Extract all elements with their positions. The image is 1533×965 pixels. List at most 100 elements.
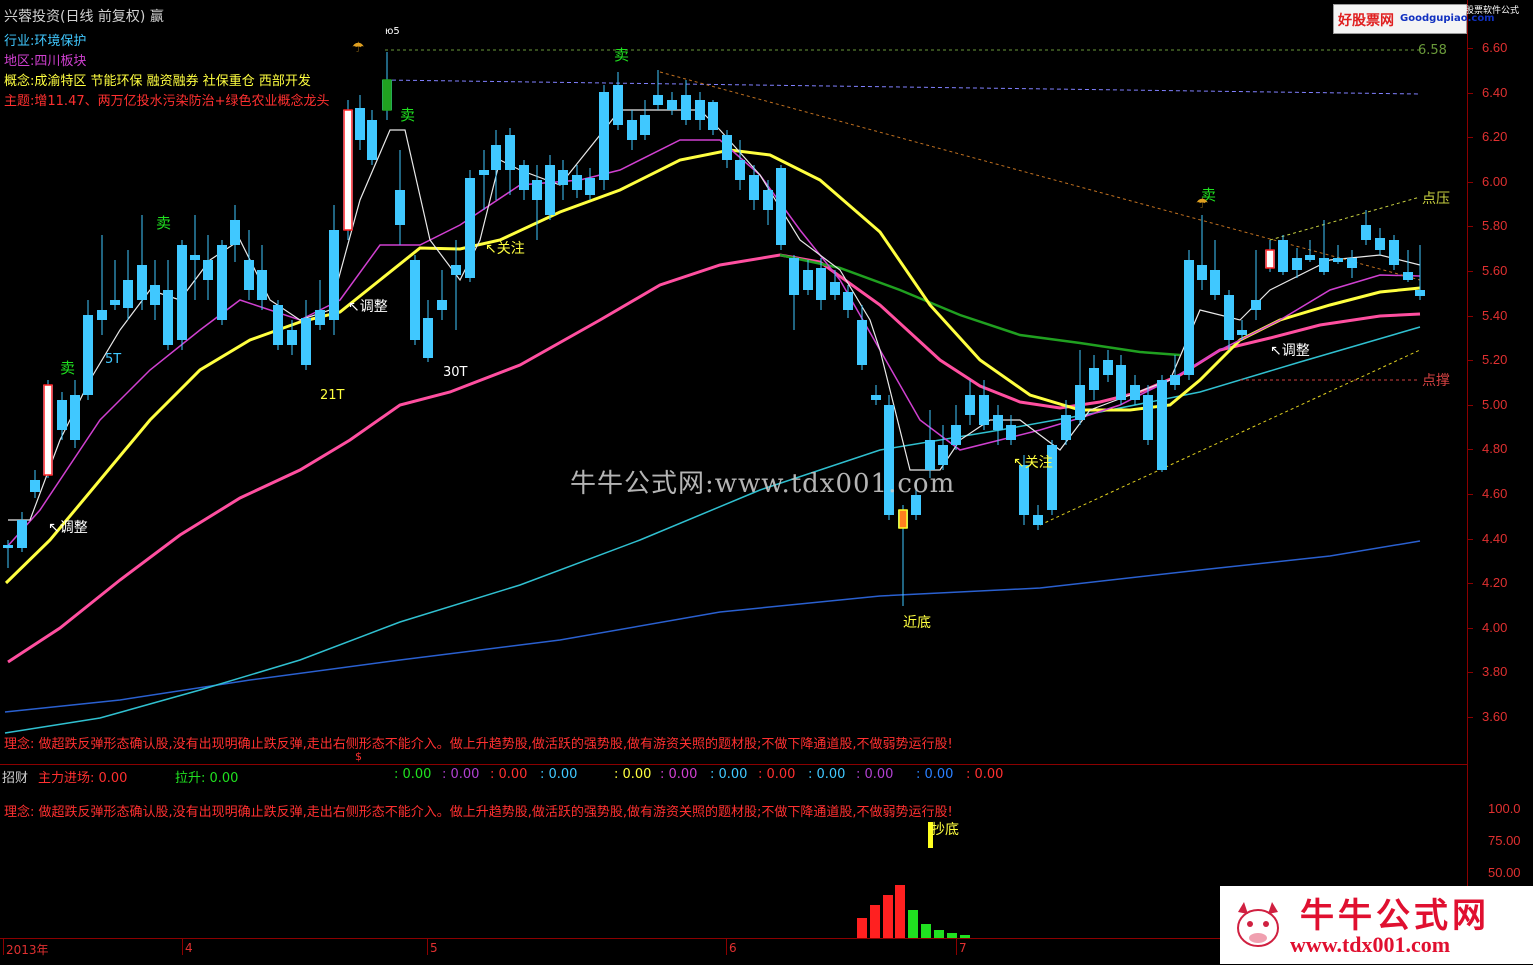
price-axis-tick: 6.20 [1482,129,1508,145]
highlight-candle [898,509,908,529]
candle-body [301,318,311,365]
indicator-value: : 0.00 [660,767,698,782]
indicator-axis-tick: 100.0 [1488,801,1521,816]
watch-label-2: ↖关注 [1013,455,1053,471]
pressure-label: 点压 [1422,191,1450,207]
adjust-label-3: ↖调整 [1270,343,1310,359]
price-axis-tick: 3.60 [1482,709,1508,724]
candle-body [1292,258,1302,270]
bottom-buy-label: 抄底 [931,822,959,838]
region-value: 四川板块 [34,54,87,69]
price-axis-tickmark [1467,672,1473,674]
indicator-value: : 0.00 [490,767,528,782]
candle-body [177,245,187,340]
candle-body [1415,290,1425,296]
candle-body [83,315,93,395]
indicator-value: : 0.00 [614,767,652,782]
indicator-axis-tick: 75.00 [1488,833,1521,848]
indicator-bars [857,885,970,938]
candle-body [763,190,773,210]
price-axis-tickmark [1467,717,1473,718]
ma-yellow-line [4,148,1421,585]
candle-body [1237,330,1247,335]
candle-body [395,190,405,225]
candle-body [735,160,745,180]
candle-body [451,265,461,275]
t21-label: 21T [320,388,345,403]
candle-body [479,170,489,175]
candle-body [653,95,663,105]
indicator-name[interactable]: 招财 [2,767,28,786]
price-axis-tick: 6.00 [1482,173,1508,189]
support-label: 点撑 [1422,373,1450,389]
philosophy-text-main: 理念: 做超跌反弹形态确认股,没有出现明确止跌反弹,走出右侧形态不能介入。做上升… [4,737,953,752]
price-axis-tickmark [1467,48,1473,49]
indicator-value: : 0.00 [808,767,846,782]
indicator-value: : 0.00 [856,767,894,782]
philosophy-text-indicator: 理念: 做超跌反弹形态确认股,没有出现明确止跌反弹,走出右侧形态不能介入。做上升… [4,805,953,820]
indicator-axis-tick: 50.00 [1488,865,1521,880]
sell-signal-4: 卖 [60,359,76,377]
candle-body [722,135,732,160]
candle-body [1389,240,1399,265]
price-axis-tick: 3.80 [1482,664,1508,680]
candle-body [585,178,595,195]
candle-body [667,100,677,110]
candle-body [97,310,107,320]
t5-label: 5T [105,352,122,367]
price-axis-tickmark [1467,494,1473,495]
time-tick-year: 2013年 [3,939,49,957]
concept-value: 成渝特区 节能环保 融资融券 社保重仓 西部开发 [34,74,311,89]
price-axis-tickmark [1467,360,1473,362]
candle-body [465,178,475,278]
top-tag: ю5 [385,26,400,37]
price-axis-tickmark [1467,271,1473,272]
candle-body [830,282,840,295]
candle-body [355,108,365,140]
theme-row: 主题:增11.47、两万亿投水污染防治+绿色农业概念龙头 [4,90,330,109]
industry-value: 环境保护 [34,34,87,49]
tdx001-logo[interactable]: 牛牛公式网 www.tdx001.com [1220,886,1533,964]
candle-body [30,480,40,492]
near-bottom-label: 近底 [903,615,931,631]
mushroom-icon: ☂ [352,40,365,56]
candle-body [1403,272,1413,280]
candle-body [979,395,989,425]
candle-body [491,145,501,170]
candle-body [1089,368,1099,390]
candle-body [857,320,867,365]
price-axis-tick: 5.00 [1482,396,1508,412]
candle-body [505,135,515,170]
candle-body [1157,380,1167,470]
candle-body [572,175,582,190]
time-tick-6: 6 [726,939,737,955]
candle-body [1061,415,1071,440]
candle-body [1006,425,1016,440]
candle-body [1197,265,1207,280]
t30-label: 30T [443,365,468,380]
candle-body [640,115,650,135]
candle-body [1347,258,1357,268]
watch-label-1: ↖关注 [485,241,525,257]
goodgupiao-logo[interactable]: 好股票网 Goodgupiao.com [1333,4,1495,34]
candle-body [803,270,813,290]
indicator-value: : 0.00 [758,767,796,782]
candle-body [190,255,200,260]
candle-body [558,170,568,185]
candle-body [627,120,637,140]
candle-body [1278,240,1288,272]
indicator-bar [857,918,867,938]
candle-body [1375,238,1385,250]
candle-body [137,265,147,300]
candle-body [123,280,133,308]
candle-body [1224,295,1234,340]
indicator-value: : 0.00 [966,767,1004,782]
candle-body [708,102,718,130]
price-axis-tick: 6.60 [1482,40,1508,55]
candle-body [329,230,339,320]
concept-label: 概念: [4,74,35,89]
candle-body [1019,465,1029,515]
ma-cyan-line [4,326,1421,734]
candle-body [1130,385,1140,400]
price-axis-tick: 4.20 [1482,575,1508,591]
